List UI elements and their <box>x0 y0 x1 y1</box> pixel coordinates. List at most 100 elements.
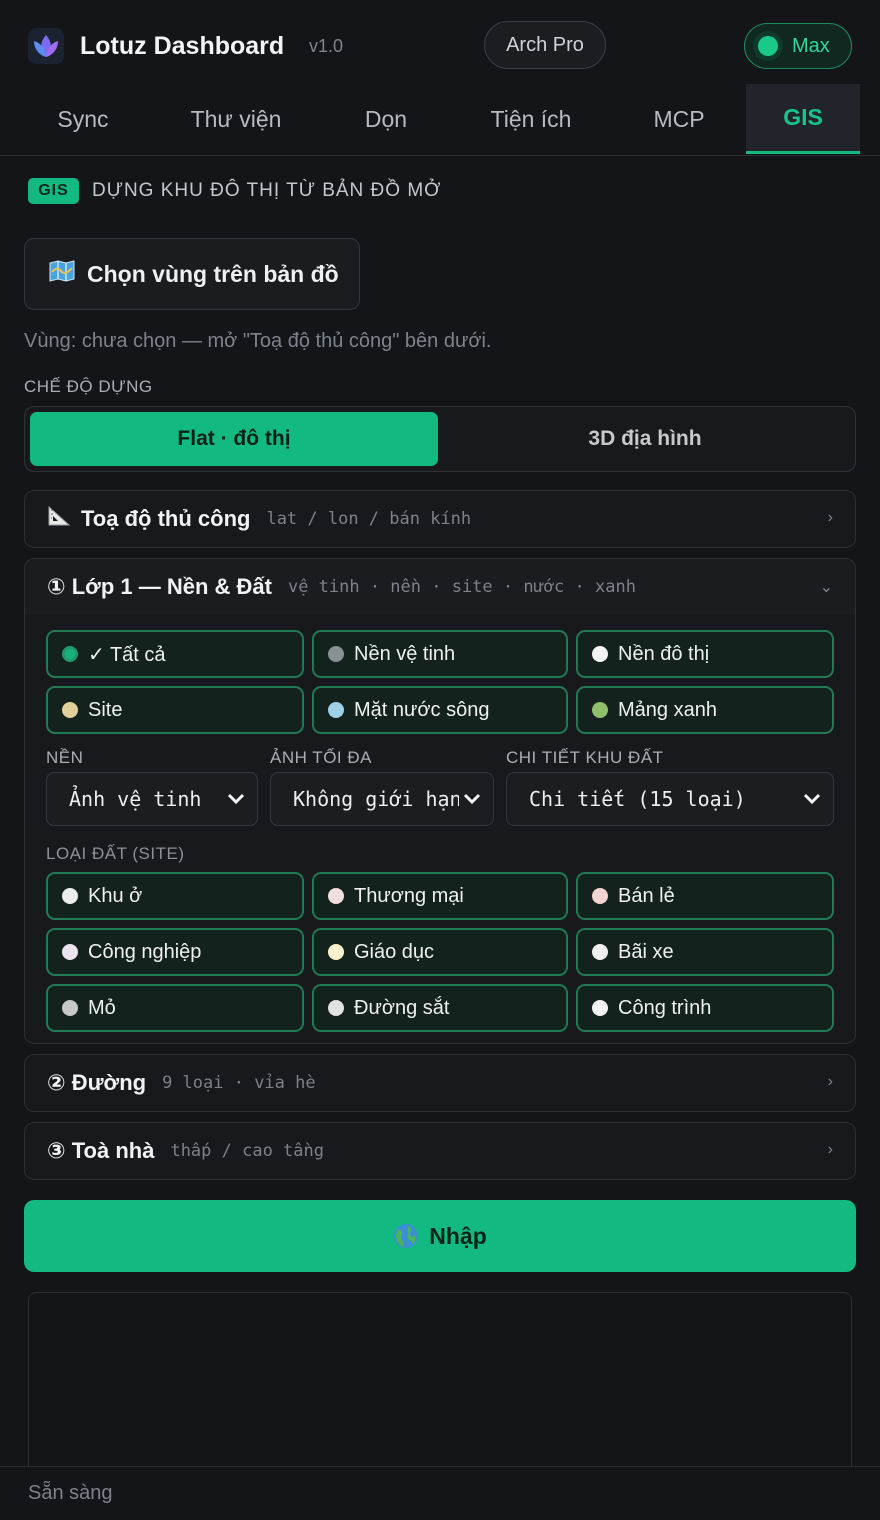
tab-don[interactable]: Dọn <box>326 84 446 154</box>
site-chip-label: Thương mại <box>354 884 464 907</box>
manual-coords-title: Toạ độ thủ công <box>81 506 251 531</box>
layer-chip-all[interactable]: ✓ Tất cả <box>46 630 304 678</box>
site-chip-label: Bán lẻ <box>618 884 675 907</box>
status-text: Sẵn sàng <box>28 1482 113 1504</box>
layer-chip-label: Nền đô thị <box>618 642 710 665</box>
base-select-label: NỀN <box>46 748 84 767</box>
site-chip-retail[interactable]: Bán lẻ <box>576 872 834 920</box>
site-chip-construction[interactable]: Công trình <box>576 984 834 1032</box>
chevron-down-icon <box>459 783 485 815</box>
color-dot-icon <box>592 646 608 662</box>
layer-chip-label: Nền vệ tinh <box>354 642 456 665</box>
status-bar: Sẵn sàng <box>0 1466 880 1520</box>
max-images-select[interactable]: Không giới hạn <box>270 772 494 826</box>
site-chip-label: Mỏ <box>88 996 116 1019</box>
mode-3d-option[interactable]: 3D địa hình <box>439 412 851 466</box>
layer-chip-greenery[interactable]: Mảng xanh <box>576 686 834 734</box>
buildings-subtitle: thấp / cao tầng <box>170 1141 324 1161</box>
buildings-panel[interactable]: ③ Toà nhà thấp / cao tầng › <box>24 1122 856 1180</box>
section-title: DỰNG KHU ĐÔ THỊ TỪ BẢN ĐỒ MỞ <box>92 180 442 201</box>
max-mode-label: Max <box>792 34 830 57</box>
base-select-value: Ảnh vệ tinh <box>69 787 202 811</box>
site-chip-education[interactable]: Giáo dục <box>312 928 568 976</box>
arch-pro-button[interactable]: Arch Pro <box>484 21 606 69</box>
tab-gis[interactable]: GIS <box>746 84 860 154</box>
chevron-down-icon <box>223 783 249 815</box>
tab-sync[interactable]: Sync <box>18 84 148 154</box>
site-chip-label: Công trình <box>618 996 712 1019</box>
app-header: Lotuz Dashboard v1.0 Arch Pro Max <box>0 0 880 90</box>
color-dot-icon <box>328 888 344 904</box>
layer-chip-satellite[interactable]: Nền vệ tinh <box>312 630 568 678</box>
layer1-title: ① Lớp 1 — Nền & Đất <box>47 574 272 599</box>
lotus-logo-icon <box>28 28 64 64</box>
app-title: Lotuz Dashboard <box>80 32 285 60</box>
site-chip-label: Khu ở <box>88 884 143 907</box>
build-mode-label: CHẾ ĐỘ DỰNG <box>24 377 153 396</box>
globe-icon <box>393 1223 419 1249</box>
region-status: Vùng: chưa chọn — mở "Toạ độ thủ công" b… <box>24 330 492 352</box>
import-button[interactable]: Nhập <box>24 1200 856 1272</box>
layer1-subtitle: vệ tinh · nền · site · nước · xanh <box>287 577 636 597</box>
buildings-title: ③ Toà nhà <box>47 1138 155 1163</box>
site-chip-label: Bãi xe <box>618 940 674 963</box>
color-dot-icon <box>328 646 344 662</box>
main-tabs: Sync Thư viện Dọn Tiện ích MCP GIS <box>0 84 880 156</box>
layer-chip-urban-base[interactable]: Nền đô thị <box>576 630 834 678</box>
layer-chip-label: Site <box>88 698 123 721</box>
site-chip-railway[interactable]: Đường sắt <box>312 984 568 1032</box>
color-dot-icon <box>62 944 78 960</box>
max-mode-toggle[interactable]: Max <box>744 23 852 69</box>
layer-chip-label: Mặt nước sông <box>354 698 490 721</box>
site-chip-parking[interactable]: Bãi xe <box>576 928 834 976</box>
land-detail-label: CHI TIẾT KHU ĐẤT <box>506 748 664 767</box>
base-select[interactable]: Ảnh vệ tinh <box>46 772 258 826</box>
site-chip-industrial[interactable]: Công nghiệp <box>46 928 304 976</box>
map-icon <box>49 260 75 288</box>
layer-chip-label: ✓ Tất cả <box>88 643 166 666</box>
manual-coords-panel[interactable]: Toạ độ thủ công lat / lon / bán kính › <box>24 490 856 548</box>
color-dot-icon <box>62 888 78 904</box>
pick-region-button[interactable]: Chọn vùng trên bản đồ <box>24 238 360 310</box>
chevron-down-icon: ⌄ <box>819 579 833 596</box>
color-dot-icon <box>592 1000 608 1016</box>
mode-flat-option[interactable]: Flat · đô thị <box>30 412 438 466</box>
color-dot-icon <box>592 702 608 718</box>
color-dot-icon <box>328 702 344 718</box>
layer-chip-site[interactable]: Site <box>46 686 304 734</box>
site-chip-label: Đường sắt <box>354 996 450 1019</box>
land-detail-value: Chi tiết (15 loại) <box>529 787 746 811</box>
radio-selected-icon <box>62 646 78 662</box>
roads-subtitle: 9 loại · vỉa hè <box>162 1073 316 1093</box>
site-chip-commercial[interactable]: Thương mại <box>312 872 568 920</box>
site-chip-label: Công nghiệp <box>88 940 202 963</box>
layer-chip-river[interactable]: Mặt nước sông <box>312 686 568 734</box>
land-detail-select[interactable]: Chi tiết (15 loại) <box>506 772 834 826</box>
layer1-header[interactable]: ① Lớp 1 — Nền & Đất vệ tinh · nền · site… <box>25 559 855 615</box>
chevron-right-icon: › <box>827 1073 833 1090</box>
tab-tien-ich[interactable]: Tiện ích <box>466 84 596 154</box>
import-button-label: Nhập <box>429 1222 487 1249</box>
manual-coords-subtitle: lat / lon / bán kính <box>266 509 472 529</box>
triangle-ruler-icon <box>47 505 71 533</box>
color-dot-icon <box>328 944 344 960</box>
tab-thu-vien[interactable]: Thư viện <box>166 84 306 154</box>
log-output <box>28 1292 852 1482</box>
tab-mcp[interactable]: MCP <box>614 84 744 154</box>
toggle-dot-icon <box>758 36 778 56</box>
app-version: v1.0 <box>309 36 344 56</box>
roads-panel[interactable]: ② Đường 9 loại · vỉa hè › <box>24 1054 856 1112</box>
color-dot-icon <box>592 944 608 960</box>
color-dot-icon <box>62 1000 78 1016</box>
site-chip-quarry[interactable]: Mỏ <box>46 984 304 1032</box>
site-chip-label: Giáo dục <box>354 940 435 963</box>
gis-badge: GIS <box>28 178 79 204</box>
max-images-value: Không giới hạn <box>293 787 462 811</box>
site-chip-residential[interactable]: Khu ở <box>46 872 304 920</box>
max-images-label: ẢNH TỐI ĐA <box>270 748 372 767</box>
layer-chip-label: Mảng xanh <box>618 698 717 721</box>
chevron-right-icon: › <box>827 509 833 526</box>
chevron-right-icon: › <box>827 1141 833 1158</box>
pick-region-label: Chọn vùng trên bản đồ <box>87 260 339 287</box>
roads-title: ② Đường <box>47 1070 147 1095</box>
